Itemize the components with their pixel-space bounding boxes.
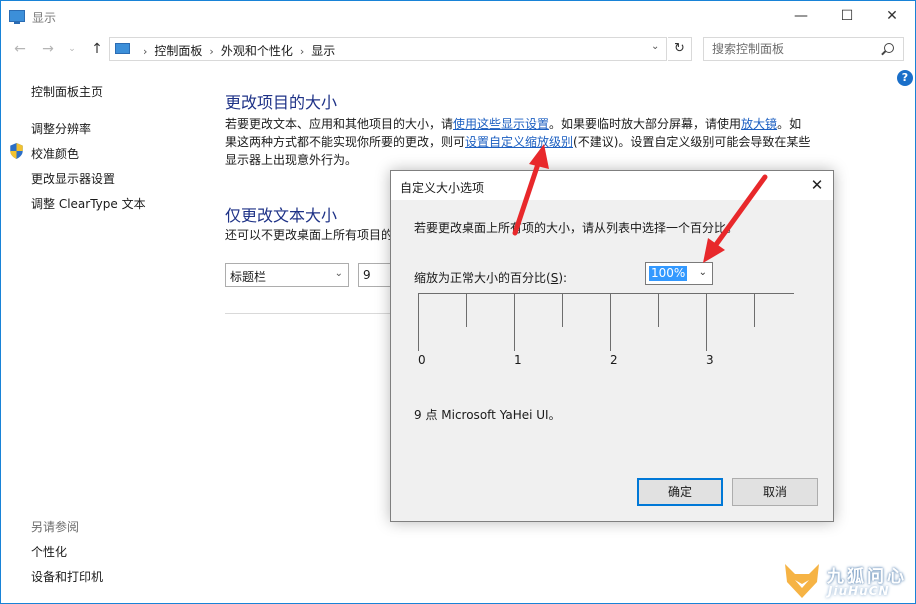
search-input[interactable] (704, 38, 874, 60)
display-monitor-icon (9, 10, 25, 24)
font-size-info: 9 点 Microsoft YaHei UI。 (414, 408, 561, 422)
ruler-graphic (418, 293, 794, 351)
dialog-title-bar: 自定义大小选项 ✕ (391, 171, 833, 200)
heading-change-text-size: 仅更改文本大小 (225, 206, 338, 225)
breadcrumb-separator: › (143, 45, 148, 58)
see-also-heading: 另请参阅 (31, 520, 80, 534)
sidebar-item-control-panel-home[interactable]: 控制面板主页 (31, 83, 103, 100)
search-icon[interactable] (884, 43, 894, 53)
text-item-select-value: 标题栏 (230, 270, 267, 284)
address-row: ← → ⌄ ↑ › 控制面板 › 外观和个性化 › 显示 ⌄ ↻ (1, 37, 915, 61)
display-window: 显示 — ☐ ✕ ← → ⌄ ↑ › 控制面板 › 外观和个性化 › 显示 ⌄ ↻ ? 控… (0, 0, 916, 604)
dialog-title: 自定义大小选项 (400, 181, 485, 195)
scale-ruler[interactable]: 0 1 2 3 (418, 293, 794, 373)
scale-label-text: 缩放为正常大小的百分比( (414, 271, 551, 285)
breadcrumb-display[interactable]: 显示 (311, 44, 335, 58)
ok-button[interactable]: 确定 (637, 478, 723, 506)
chevron-down-icon: ⌄ (334, 268, 343, 279)
watermark-en: JiuHuCN (828, 584, 890, 598)
site-watermark: 九狐问心 JiuHuCN (783, 558, 913, 602)
see-also-devices-printers[interactable]: 设备和打印机 (31, 568, 103, 585)
dialog-instruction: 若要更改桌面上所有项的大小，请从列表中选择一个百分比。 (414, 221, 739, 235)
sidebar-item-change-display-settings[interactable]: 更改显示器设置 (31, 170, 115, 187)
chevron-down-icon: ⌄ (698, 267, 707, 278)
address-dropdown-chevron-icon[interactable]: ⌄ (651, 41, 659, 52)
refresh-button[interactable]: ↻ (668, 37, 692, 61)
uac-shield-icon (10, 143, 23, 159)
scale-percent-select[interactable]: 100% ⌄ (645, 262, 713, 285)
custom-sizing-dialog: 自定义大小选项 ✕ 若要更改桌面上所有项的大小，请从列表中选择一个百分比。 缩放… (390, 170, 834, 522)
forward-arrow-icon[interactable]: → (39, 39, 57, 59)
back-arrow-icon[interactable]: ← (11, 39, 29, 59)
close-button[interactable]: ✕ (869, 1, 915, 32)
text-item-select[interactable]: 标题栏 ⌄ (225, 263, 349, 287)
see-also-personalization[interactable]: 个性化 (31, 543, 67, 560)
title-bar: 显示 — ☐ ✕ (1, 1, 915, 32)
ruler-label-3: 3 (706, 353, 714, 367)
ruler-label-1: 1 (514, 353, 522, 367)
cancel-button[interactable]: 取消 (732, 478, 818, 506)
link-magnifier[interactable]: 放大镜 (741, 117, 777, 131)
resize-description: 若要更改文本、应用和其他项目的大小，请使用这些显示设置。如果要临时放大部分屏幕，… (225, 115, 813, 169)
ruler-label-0: 0 (418, 353, 426, 367)
breadcrumb-separator: › (299, 45, 305, 58)
up-arrow-icon[interactable]: ↑ (88, 39, 106, 59)
control-panel-icon (115, 43, 130, 54)
breadcrumb: › 控制面板 › 外观和个性化 › 显示 (136, 42, 335, 59)
recent-locations-chevron-icon[interactable]: ⌄ (63, 39, 81, 59)
text-size-description: 还可以不更改桌面上所有项目的 (225, 228, 394, 242)
ruler-label-2: 2 (610, 353, 618, 367)
scale-percent-value: 100% (649, 266, 688, 281)
search-box (703, 37, 904, 61)
description-text: 。如果要临时放大部分屏幕，请使用 (549, 117, 742, 131)
scale-label-text: ): (558, 271, 568, 285)
description-text: 若要更改文本、应用和其他项目的大小，请 (225, 117, 454, 131)
font-size-select-value: 9 (363, 268, 371, 282)
scale-percent-label: 缩放为正常大小的百分比(S): (414, 269, 567, 286)
sidebar-item-adjust-resolution[interactable]: 调整分辨率 (31, 120, 91, 137)
address-bar[interactable]: › 控制面板 › 外观和个性化 › 显示 ⌄ (109, 37, 667, 61)
dialog-close-button[interactable]: ✕ (803, 172, 831, 198)
divider (225, 313, 391, 314)
help-icon[interactable]: ? (897, 70, 913, 86)
minimize-button[interactable]: — (778, 1, 824, 32)
sidebar-item-cleartype[interactable]: 调整 ClearType 文本 (31, 195, 146, 212)
heading-change-size: 更改项目的大小 (225, 93, 338, 112)
maximize-button[interactable]: ☐ (824, 1, 870, 32)
breadcrumb-control-panel[interactable]: 控制面板 (154, 44, 202, 58)
sidebar-item-calibrate-color[interactable]: 校准颜色 (31, 145, 79, 162)
font-size-select[interactable]: 9 (358, 263, 393, 287)
link-custom-scaling[interactable]: 设置自定义缩放级别 (465, 135, 573, 149)
window-title: 显示 (32, 11, 57, 25)
breadcrumb-separator: › (209, 45, 214, 58)
dialog-body: 若要更改桌面上所有项的大小，请从列表中选择一个百分比。 缩放为正常大小的百分比(… (391, 200, 833, 521)
fox-logo-icon (785, 564, 819, 598)
breadcrumb-appearance[interactable]: 外观和个性化 (221, 44, 293, 58)
link-display-settings[interactable]: 使用这些显示设置 (453, 117, 549, 131)
